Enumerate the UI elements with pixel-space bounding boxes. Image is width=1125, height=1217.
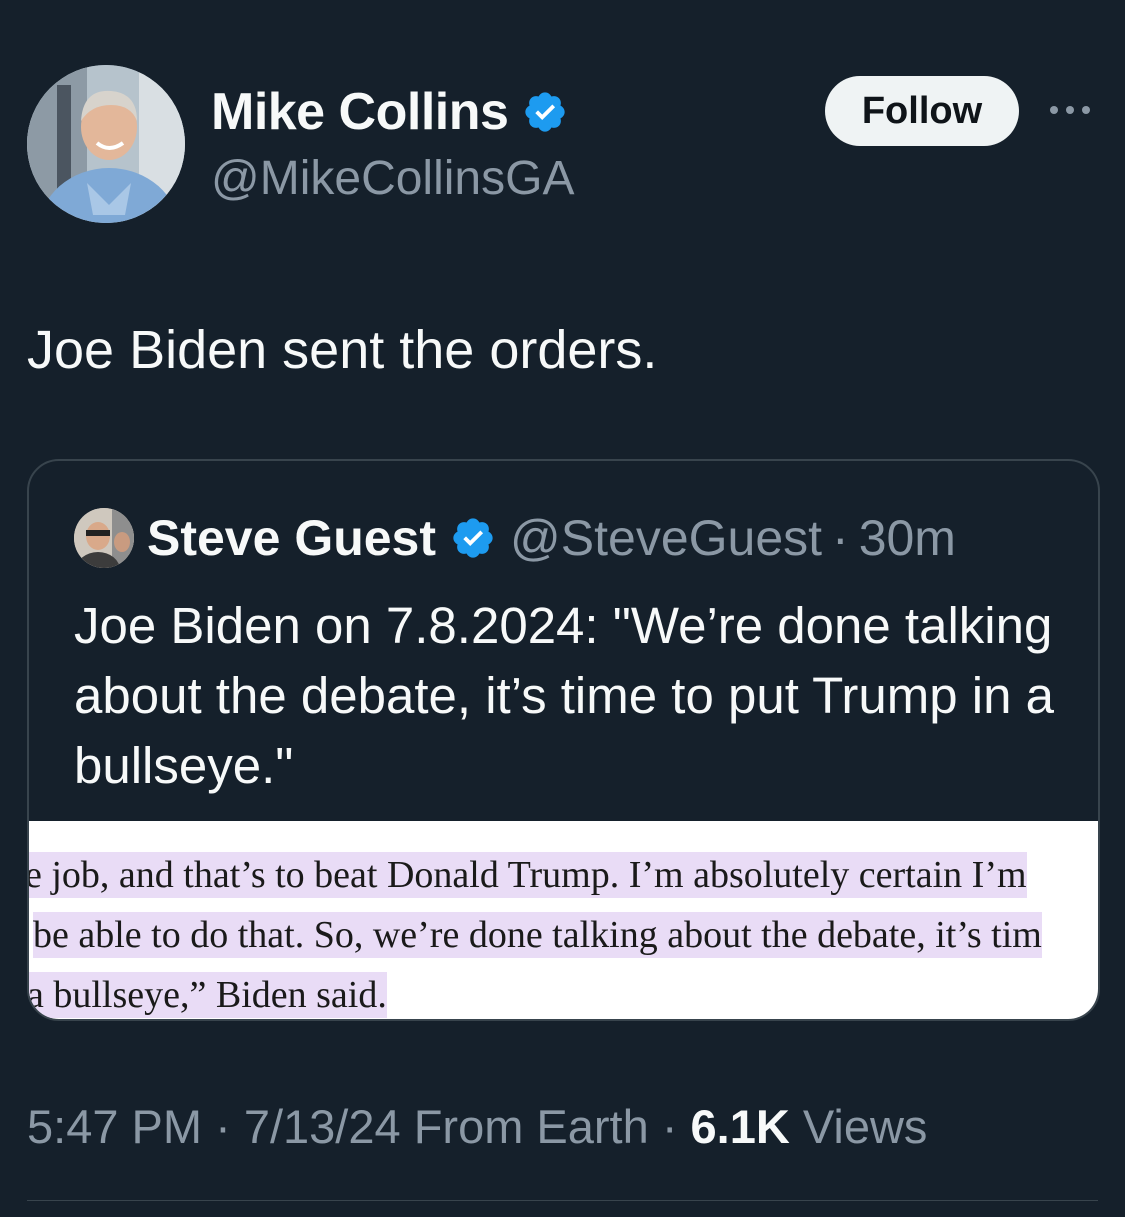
quoted-tweet-text: Joe Biden on 7.8.2024: "We’re done talki… <box>74 597 1054 794</box>
views-label: Views <box>802 1100 928 1153</box>
author-handle[interactable]: @MikeCollinsGA <box>211 150 574 208</box>
views-count[interactable]: 6.1K <box>691 1100 790 1153</box>
tweet-meta: 5:47 PM · 7/13/24 From Earth · 6.1K View… <box>27 1098 927 1156</box>
tweet-time[interactable]: 5:47 PM <box>27 1100 202 1153</box>
image-text-highlight: be able to do that. So, we’re done talki… <box>33 912 1042 958</box>
avatar-image <box>27 65 185 223</box>
meta-separator: · <box>661 1100 678 1153</box>
tweet-text: Joe Biden sent the orders. <box>27 320 658 380</box>
quoted-display-name: Steve Guest <box>147 510 437 566</box>
author-name[interactable]: Mike Collins <box>211 82 568 142</box>
image-text-line: e job, and that’s to beat Donald Trump. … <box>29 852 1027 898</box>
quoted-author-avatar <box>74 508 134 568</box>
tweet: Mike Collins @MikeCollinsGA Follow Joe B… <box>0 0 1125 1217</box>
image-text-highlight: e job, and that’s to beat Donald Trump. … <box>29 852 1027 898</box>
quoted-tweet-image[interactable]: e job, and that’s to beat Donald Trump. … <box>29 821 1098 1019</box>
image-text-line: a bullseye,” Biden said. <box>29 972 387 1018</box>
tweet-source: From Earth <box>413 1100 649 1153</box>
image-text-line: be able to do that. So, we’re done talki… <box>33 912 1042 958</box>
tweet-date[interactable]: 7/13/24 <box>244 1100 401 1153</box>
author-display-name: Mike Collins <box>211 83 509 141</box>
author-avatar[interactable] <box>27 65 185 223</box>
follow-button[interactable]: Follow <box>825 76 1019 146</box>
meta-separator: · <box>215 1100 231 1153</box>
quoted-tweet[interactable]: Steve Guest @SteveGuest · 30m Joe Biden … <box>27 459 1100 1021</box>
quoted-handle: @SteveGuest <box>510 510 823 566</box>
divider <box>27 1200 1098 1201</box>
quoted-timestamp: 30m <box>858 510 956 566</box>
more-horizontal-icon[interactable] <box>1046 100 1094 120</box>
quoted-author-line: Steve Guest @SteveGuest · 30m <box>147 509 956 567</box>
image-text-highlight: a bullseye,” Biden said. <box>29 972 387 1018</box>
quoted-separator: · <box>832 510 849 566</box>
verified-badge-icon <box>525 92 566 132</box>
verified-badge-icon <box>453 518 493 558</box>
quoted-avatar-image <box>74 508 134 568</box>
